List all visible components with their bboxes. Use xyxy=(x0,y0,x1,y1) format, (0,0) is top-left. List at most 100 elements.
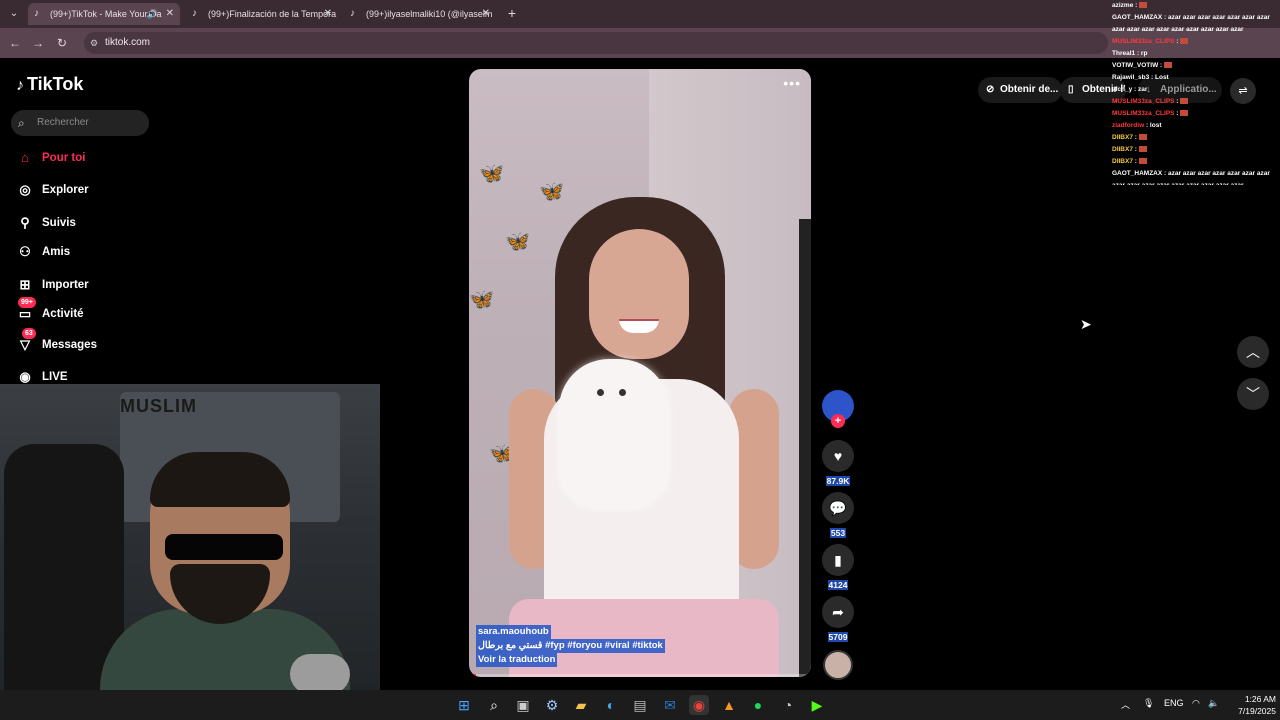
edge-browser-icon[interactable]: ◐ xyxy=(601,695,621,715)
chat-text: : xyxy=(1176,38,1179,45)
chat-username: VOTIW_VOTIW xyxy=(1112,62,1161,69)
address-bar[interactable]: ⚙ tiktok.com xyxy=(84,32,1108,54)
chat-text: : xyxy=(1135,2,1138,9)
tab-search-icon[interactable]: ⌄ xyxy=(6,6,22,22)
tab-title: (99+)ilyaselmaliki10 (@ilyaselm xyxy=(366,9,493,19)
save-button[interactable]: ▮ xyxy=(822,544,854,576)
chat-message: DIIBX7 : xyxy=(1112,132,1280,144)
sidebar-item-explorer[interactable]: ◎ Explorer xyxy=(16,180,88,200)
chat-emote-icon xyxy=(1180,110,1189,117)
share-count: 5709 xyxy=(827,632,849,642)
site-info-icon[interactable]: ⚙ xyxy=(90,32,98,54)
store-icon[interactable]: ▤ xyxy=(630,695,650,715)
get-coins-button[interactable]: ⊘ Obtenir de... xyxy=(978,77,1062,103)
sidebar-item-label: Activité xyxy=(42,308,84,320)
windows-taskbar: ⊞ ⌕ ▣ ⚙ ▰ ◐ ▤ ✉ ◉ ▲ ● ◔ ▶ ︿ 🎙 ENG ◠ 🔈 1:… xyxy=(0,690,1280,720)
video-door-edge xyxy=(799,219,811,677)
vlc-icon[interactable]: ▲ xyxy=(719,695,739,715)
sidebar-item-label: Pour toi xyxy=(42,152,86,164)
chat-message: GAOT_HAMZAX : azar azar azar azar azar a… xyxy=(1112,12,1280,36)
chat-username: GAOT_HAMZAX xyxy=(1112,170,1164,177)
sidebar-item-label: LIVE xyxy=(42,371,68,383)
sidebar-item-importer[interactable]: ⊞ Importer xyxy=(16,275,89,295)
taskbar-clock[interactable]: 1:26 AM 7/19/2025 xyxy=(1226,693,1276,717)
sidebar-item-messages[interactable]: ▽ 63 Messages xyxy=(16,328,97,355)
forward-icon[interactable]: → xyxy=(29,34,47,52)
close-tab-icon[interactable]: ✕ xyxy=(324,3,332,25)
home-icon: ⌂ xyxy=(21,150,29,165)
cat-eye xyxy=(597,389,604,396)
like-button[interactable]: ♥ xyxy=(822,440,854,472)
tab-title: (99+)Finalización de la Tempora xyxy=(208,9,337,19)
video-progress-bar[interactable] xyxy=(469,674,811,677)
new-tab-icon[interactable]: + xyxy=(504,4,520,22)
outlook-icon[interactable]: ✉ xyxy=(660,695,680,715)
tab-title: (99+)TikTok - Make Your Da xyxy=(50,9,162,19)
sidebar-item-pour-toi[interactable]: ⌂ Pour toi xyxy=(16,148,85,168)
taskbar-search-icon[interactable]: ⌕ xyxy=(484,695,504,715)
chat-message: GAOT_HAMZAX : azar azar azar azar azar a… xyxy=(1112,168,1280,185)
volume-icon[interactable]: 🔈 xyxy=(1208,698,1219,709)
tiktok-favicon-icon: ♪ xyxy=(350,8,355,19)
sidebar-item-activite[interactable]: ▭ 99+ Activité xyxy=(16,297,84,324)
chat-message: DIIBX7 : xyxy=(1112,156,1280,168)
chat-text: : xyxy=(1176,110,1179,117)
upload-icon: ⊞ xyxy=(19,277,31,292)
sidebar-item-amis[interactable]: ⚇ Amis xyxy=(16,242,70,262)
tiktok-favicon-icon: ♪ xyxy=(192,8,197,19)
sidebar-item-label: Suivis xyxy=(42,217,76,229)
more-options-icon[interactable]: ••• xyxy=(783,75,801,91)
compass-icon: ◎ xyxy=(19,182,31,197)
tab-ilyaselmaliki[interactable]: ♪ (99+)ilyaselmaliki10 (@ilyaselm ✕ xyxy=(344,3,496,25)
chat-message: VOTIW_VOTIW : xyxy=(1112,60,1280,72)
previous-video-button[interactable]: ︿ xyxy=(1237,336,1269,368)
sidebar-item-suivis[interactable]: ⚲ Suivis xyxy=(16,213,76,233)
chat-message: aich_y : zar xyxy=(1112,84,1280,96)
chat-username: DIIBX7 xyxy=(1112,158,1135,165)
chat-text: : zar xyxy=(1134,86,1148,93)
next-video-button[interactable]: ﹀ xyxy=(1237,378,1269,410)
speaker-icon[interactable]: 🔊 xyxy=(147,3,158,25)
chat-username: MUSLIM33za_CLIPS xyxy=(1112,110,1177,117)
kick-icon[interactable]: ▶ xyxy=(807,695,827,715)
obs-icon[interactable]: ◔ xyxy=(778,695,798,715)
tab-finalizacion[interactable]: ♪ (99+)Finalización de la Tempora ✕ xyxy=(186,3,338,25)
language-indicator[interactable]: ENG xyxy=(1164,698,1184,708)
back-icon[interactable]: ← xyxy=(6,34,24,52)
mouse-cursor-icon: ➤ xyxy=(1080,316,1092,332)
video-author[interactable]: sara.maouhoub xyxy=(476,625,551,639)
translate-link[interactable]: Voir la traduction xyxy=(476,653,558,667)
microphone-icon[interactable]: 🎙 xyxy=(1143,698,1154,709)
file-explorer-icon[interactable]: ▰ xyxy=(571,695,591,715)
chat-message: Threal1 : rp xyxy=(1112,48,1280,60)
follow-plus-icon[interactable]: + xyxy=(831,414,845,428)
task-view-icon[interactable]: ▣ xyxy=(513,695,533,715)
close-tab-icon[interactable]: ✕ xyxy=(482,3,490,25)
webcam-overlay-text: MUSLIM xyxy=(120,396,197,416)
tiktok-logo[interactable]: ♪ TikTok xyxy=(16,74,83,95)
reload-icon[interactable]: ↻ xyxy=(53,34,71,52)
logo-text: TikTok xyxy=(27,74,84,94)
sidebar-item-label: Amis xyxy=(42,246,71,258)
coin-icon: ⊘ xyxy=(986,84,995,95)
wifi-icon[interactable]: ◠ xyxy=(1192,698,1200,709)
chat-emote-icon xyxy=(1138,146,1147,153)
share-button[interactable]: ➦ xyxy=(822,596,854,628)
comment-button[interactable]: 💬 xyxy=(822,492,854,524)
butterfly-decoration-icon: 🦋 xyxy=(505,231,530,253)
video-caption: sara.maouhoub قستي مع برطال #fyp #foryou… xyxy=(476,625,665,667)
sidebar-item-label: Messages xyxy=(42,339,97,351)
chat-username: Threal1 xyxy=(1112,50,1137,57)
search-input[interactable]: ⌕ Rechercher xyxy=(11,110,149,136)
settings-icon[interactable]: ⚙ xyxy=(542,695,562,715)
share-icon: ➦ xyxy=(832,604,844,620)
spotify-icon[interactable]: ● xyxy=(748,695,768,715)
close-tab-icon[interactable]: ✕ xyxy=(166,3,174,25)
tray-chevron-up-icon[interactable]: ︿ xyxy=(1121,698,1130,711)
video-progress-fill xyxy=(469,674,476,677)
video-player[interactable]: 🦋 🦋 🦋 🦋 🦋 ••• sara.maouhoub قستي مع برطا… xyxy=(469,69,811,677)
chrome-icon[interactable]: ◉ xyxy=(689,695,709,715)
music-disc[interactable] xyxy=(823,650,853,680)
windows-start-icon[interactable]: ⊞ xyxy=(454,695,474,715)
tab-tiktok[interactable]: ♪ (99+)TikTok - Make Your Da 🔊 ✕ xyxy=(28,3,180,25)
